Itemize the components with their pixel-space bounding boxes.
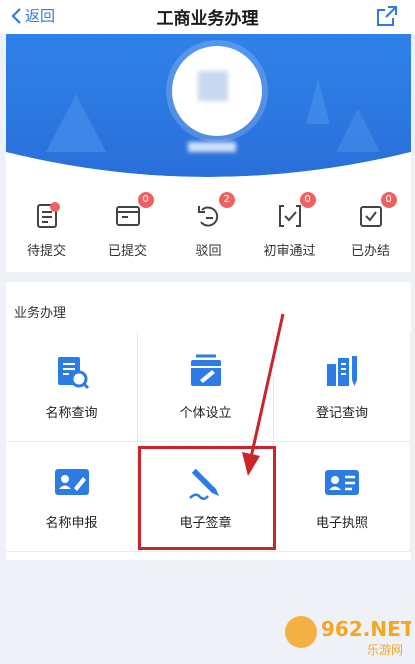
status-item-pending[interactable]: 待提交: [6, 184, 87, 272]
avatar-image-blurred: [198, 71, 228, 101]
status-item-approved[interactable]: 0 初审通过: [249, 184, 330, 272]
grid-item-label: 名称查询: [45, 406, 98, 421]
grid-item-label: 电子执照: [315, 516, 368, 531]
rejected-icon: [197, 206, 218, 227]
status-item-submitted[interactable]: 0 已提交: [87, 184, 168, 272]
document-pending-icon: [36, 202, 60, 228]
status-item-completed[interactable]: 0 已办结: [330, 184, 411, 272]
svg-text:乐游网: 乐游网: [367, 643, 403, 657]
grid-item-label: 名称申报: [45, 516, 98, 531]
name-declaration-icon: [54, 469, 89, 495]
name-search-icon: [57, 357, 89, 390]
grid-item-e-license[interactable]: 电子执照: [274, 442, 411, 552]
status-badge: 0: [137, 192, 154, 208]
status-badge: 0: [299, 192, 316, 208]
individual-setup-icon: [190, 354, 221, 386]
status-label: 已提交: [107, 244, 147, 259]
status-label: 待提交: [26, 244, 66, 259]
grid-item-registration-query[interactable]: 登记查询: [274, 332, 411, 442]
page-title: 工商业务办理: [156, 9, 259, 29]
watermark-logo: 962.NET 乐游网: [281, 610, 415, 660]
status-badge: 0: [380, 192, 397, 208]
status-label: 已办结: [350, 244, 390, 259]
share-icon[interactable]: [375, 4, 399, 28]
grid-item-name-declaration[interactable]: 名称申报: [6, 442, 138, 552]
preliminary-approved-icon: [278, 205, 301, 227]
profile-banner: [6, 34, 411, 184]
top-nav-bar: 返回 工商业务办理: [0, 0, 415, 34]
status-badge: 2: [218, 192, 235, 208]
svg-text:962.NET: 962.NET: [321, 617, 411, 641]
folder-submitted-icon: [115, 206, 140, 226]
highlight-box: [138, 446, 276, 550]
e-license-icon: [325, 470, 359, 495]
status-label: 初审通过: [263, 244, 316, 259]
status-label: 驳回: [195, 244, 222, 259]
registration-query-icon: [327, 356, 357, 386]
status-bar: 待提交 0 已提交 2 驳回 0 初审通过 0 已办结: [6, 184, 411, 272]
section-title: 业务办理: [14, 306, 67, 321]
status-item-rejected[interactable]: 2 驳回: [168, 184, 249, 272]
grid-item-label: 个体设立: [179, 406, 232, 421]
user-name-blurred: [188, 142, 236, 152]
grid-item-label: 登记查询: [315, 406, 368, 421]
grid-item-individual-setup[interactable]: 个体设立: [138, 332, 274, 442]
completed-icon: [359, 206, 382, 227]
grid-item-name-search[interactable]: 名称查询: [6, 332, 138, 442]
